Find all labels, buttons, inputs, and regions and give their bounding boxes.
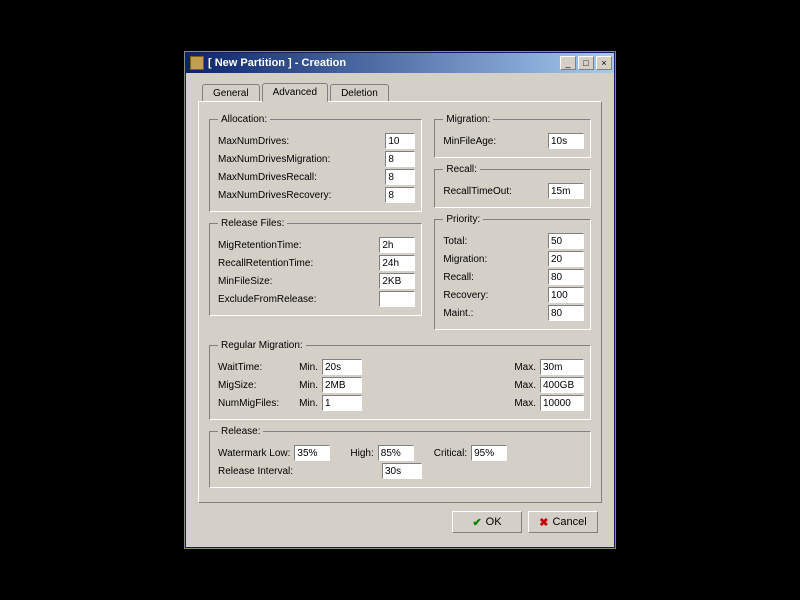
nummigfiles-min-label: Min. bbox=[292, 398, 318, 409]
group-migration-legend: Migration: bbox=[443, 114, 493, 125]
minfileage-input[interactable] bbox=[548, 133, 584, 149]
cancel-button[interactable]: ✖ Cancel bbox=[528, 511, 598, 533]
excludefromrelease-label: ExcludeFromRelease: bbox=[218, 294, 375, 305]
watermark-low-input[interactable] bbox=[294, 445, 330, 461]
nummigfiles-max-label: Max. bbox=[506, 398, 536, 409]
dialog-window: [ New Partition ] - Creation _ □ × Gener… bbox=[185, 52, 615, 548]
cancel-button-label: Cancel bbox=[552, 516, 586, 528]
migsize-max-input[interactable] bbox=[540, 377, 584, 393]
waittime-min-label: Min. bbox=[292, 362, 318, 373]
group-recall: Recall: RecallTimeOut: bbox=[434, 164, 591, 208]
group-priority: Priority: Total: Migration: Recall: bbox=[434, 214, 591, 330]
group-release-legend: Release: bbox=[218, 426, 263, 437]
releaseinterval-input[interactable] bbox=[382, 463, 422, 479]
titlebar: [ New Partition ] - Creation _ □ × bbox=[186, 53, 614, 73]
priority-recall-label: Recall: bbox=[443, 272, 544, 283]
nummigfiles-max-input[interactable] bbox=[540, 395, 584, 411]
priority-migration-input[interactable] bbox=[548, 251, 584, 267]
ok-button[interactable]: ✔ OK bbox=[452, 511, 522, 533]
priority-maint-input[interactable] bbox=[548, 305, 584, 321]
app-icon bbox=[190, 56, 204, 70]
client-area: General Advanced Deletion Allocation: Ma… bbox=[186, 73, 614, 547]
recalltimeout-label: RecallTimeOut: bbox=[443, 186, 544, 197]
group-priority-legend: Priority: bbox=[443, 214, 483, 225]
recalltimeout-input[interactable] bbox=[548, 183, 584, 199]
window-buttons: _ □ × bbox=[560, 56, 612, 70]
maximize-button[interactable]: □ bbox=[578, 56, 594, 70]
recallretentiontime-label: RecallRetentionTime: bbox=[218, 258, 375, 269]
maxnumdrives-label: MaxNumDrives: bbox=[218, 136, 381, 147]
priority-recall-input[interactable] bbox=[548, 269, 584, 285]
group-migration: Migration: MinFileAge: bbox=[434, 114, 591, 158]
watermark-high-input[interactable] bbox=[378, 445, 414, 461]
waittime-max-input[interactable] bbox=[540, 359, 584, 375]
migsize-min-label: Min. bbox=[292, 380, 318, 391]
releaseinterval-label: Release Interval: bbox=[218, 466, 378, 477]
group-regular-migration-legend: Regular Migration: bbox=[218, 340, 306, 351]
migsize-min-input[interactable] bbox=[322, 377, 362, 393]
cross-icon: ✖ bbox=[539, 516, 548, 529]
priority-recovery-input[interactable] bbox=[548, 287, 584, 303]
maxnumdrivesrecovery-input[interactable] bbox=[385, 187, 415, 203]
minfileage-label: MinFileAge: bbox=[443, 136, 544, 147]
recallretentiontime-input[interactable] bbox=[379, 255, 415, 271]
nummigfiles-min-input[interactable] bbox=[322, 395, 362, 411]
maxnumdrivesmigration-input[interactable] bbox=[385, 151, 415, 167]
priority-total-input[interactable] bbox=[548, 233, 584, 249]
maxnumdrives-input[interactable] bbox=[385, 133, 415, 149]
watermark-critical-input[interactable] bbox=[471, 445, 507, 461]
tab-advanced[interactable]: Advanced bbox=[262, 83, 328, 102]
group-recall-legend: Recall: bbox=[443, 164, 480, 175]
watermark-critical-label: Critical: bbox=[434, 448, 467, 459]
close-button[interactable]: × bbox=[596, 56, 612, 70]
waittime-min-input[interactable] bbox=[322, 359, 362, 375]
minimize-button[interactable]: _ bbox=[560, 56, 576, 70]
group-allocation-legend: Allocation: bbox=[218, 114, 270, 125]
migsize-max-label: Max. bbox=[506, 380, 536, 391]
minfilesize-label: MinFileSize: bbox=[218, 276, 375, 287]
group-release-files: Release Files: MigRetentionTime: RecallR… bbox=[209, 218, 422, 316]
group-allocation: Allocation: MaxNumDrives: MaxNumDrivesMi… bbox=[209, 114, 422, 212]
dialog-buttons: ✔ OK ✖ Cancel bbox=[198, 503, 602, 537]
group-release: Release: Watermark Low: High: Critical: … bbox=[209, 426, 591, 488]
maxnumdrivesmigration-label: MaxNumDrivesMigration: bbox=[218, 154, 381, 165]
nummigfiles-label: NumMigFiles: bbox=[218, 398, 288, 409]
migsize-label: MigSize: bbox=[218, 380, 288, 391]
migretentiontime-input[interactable] bbox=[379, 237, 415, 253]
priority-total-label: Total: bbox=[443, 236, 544, 247]
stage: [ New Partition ] - Creation _ □ × Gener… bbox=[0, 0, 800, 600]
ok-button-label: OK bbox=[486, 516, 502, 528]
waittime-max-label: Max. bbox=[506, 362, 536, 373]
group-regular-migration: Regular Migration: WaitTime: Min. Max. M… bbox=[209, 340, 591, 420]
minfilesize-input[interactable] bbox=[379, 273, 415, 289]
maxnumdrivesrecall-input[interactable] bbox=[385, 169, 415, 185]
priority-migration-label: Migration: bbox=[443, 254, 544, 265]
priority-maint-label: Maint.: bbox=[443, 308, 544, 319]
tab-panel-advanced: Allocation: MaxNumDrives: MaxNumDrivesMi… bbox=[198, 101, 602, 503]
group-release-files-legend: Release Files: bbox=[218, 218, 287, 229]
maxnumdrivesrecovery-label: MaxNumDrivesRecovery: bbox=[218, 190, 381, 201]
waittime-label: WaitTime: bbox=[218, 362, 288, 373]
tab-bar: General Advanced Deletion bbox=[198, 83, 602, 102]
priority-recovery-label: Recovery: bbox=[443, 290, 544, 301]
excludefromrelease-input[interactable] bbox=[379, 291, 415, 307]
window-title: [ New Partition ] - Creation bbox=[208, 57, 560, 69]
watermark-high-label: High: bbox=[350, 448, 373, 459]
maxnumdrivesrecall-label: MaxNumDrivesRecall: bbox=[218, 172, 381, 183]
migretentiontime-label: MigRetentionTime: bbox=[218, 240, 375, 251]
watermark-low-label: Watermark Low: bbox=[218, 448, 290, 459]
check-icon: ✔ bbox=[472, 516, 481, 529]
